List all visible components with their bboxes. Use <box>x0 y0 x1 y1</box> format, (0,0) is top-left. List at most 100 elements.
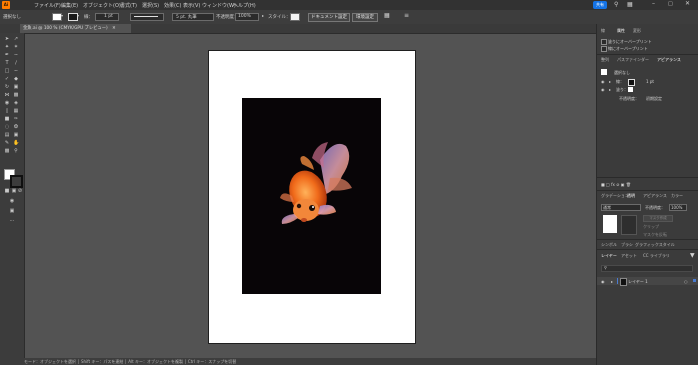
make-mask-button[interactable]: マスク作成 <box>643 215 673 222</box>
selection-tool-icon[interactable]: ➤ <box>4 37 10 42</box>
stroke-dropdown-icon[interactable]: ▾ <box>77 13 79 18</box>
tab-pathfinder[interactable]: パスファインダー <box>617 57 649 63</box>
goldfish-photo[interactable] <box>242 98 381 294</box>
line-tool-icon[interactable]: ∕ <box>13 61 19 66</box>
fill-expand-icon[interactable]: ▸ <box>609 87 611 92</box>
appearance-footer-icons[interactable]: ■ □ fx ⊘ ▣ 🗑 <box>601 182 631 187</box>
paintbrush-tool-icon[interactable]: ∼ <box>13 69 19 74</box>
panel-menu-icon[interactable]: ≡ <box>404 12 409 19</box>
tab-align[interactable]: 整列 <box>601 57 609 63</box>
tab-graphic-styles[interactable]: グラフィックスタイル <box>635 242 675 248</box>
mesh-tool-icon[interactable]: ▦ <box>13 109 19 114</box>
tab-appearance[interactable]: アピアランス <box>657 57 681 63</box>
document-tab[interactable]: 金魚.ai @ 100 % (CMYK/GPU プレビュー) ✕ <box>20 24 131 33</box>
menu-view[interactable]: 表示(V) <box>183 2 200 9</box>
menu-help[interactable]: ヘルプ(H) <box>233 2 256 9</box>
menu-object[interactable]: オブジェクト(O) <box>83 2 121 9</box>
invert-mask-option[interactable]: マスクを反転 <box>643 232 667 238</box>
preferences-button[interactable]: 環境設定 <box>352 13 378 22</box>
tab-layers[interactable]: レイヤー <box>601 253 617 259</box>
tab-gradient[interactable]: グラデーション <box>601 193 629 199</box>
layer-expand-icon[interactable]: ▸ <box>611 279 613 284</box>
graph-tool-icon[interactable]: ▤ <box>4 133 10 138</box>
live-paint-tool-icon[interactable]: ◈ <box>13 101 19 106</box>
stroke-visibility-icon[interactable]: ◉ <box>601 79 605 84</box>
stroke-weight-field[interactable]: 1 pt <box>95 13 119 21</box>
menu-type[interactable]: 書式(T) <box>120 2 137 9</box>
clip-option[interactable]: クリップ <box>643 224 659 230</box>
type-tool-icon[interactable]: T <box>4 61 10 66</box>
lasso-tool-icon[interactable]: ✶ <box>13 45 19 50</box>
tab-symbols[interactable]: シンボル <box>601 242 617 248</box>
tab-brushes[interactable]: ブラシ <box>621 242 633 248</box>
stroke-expand-icon[interactable]: ▸ <box>609 79 611 84</box>
menu-window[interactable]: ウィンドウ(W) <box>202 2 236 9</box>
tab-cc-libraries[interactable]: CC ライブラリ <box>643 253 670 259</box>
hand-tool-icon[interactable]: ✋ <box>13 141 19 146</box>
filter-icon[interactable]: ▼ <box>690 252 695 259</box>
overprint-stroke-checkbox[interactable] <box>601 46 607 52</box>
rotate-tool-icon[interactable]: ↻ <box>4 85 10 90</box>
curvature-tool-icon[interactable]: ∽ <box>13 53 19 58</box>
drawing-mode-icon[interactable]: ◉ <box>9 199 15 204</box>
opacity-dropdown-icon[interactable]: ▸ <box>262 13 264 18</box>
tab-transform[interactable]: 変形 <box>633 28 641 34</box>
app-icon[interactable]: Ai <box>2 1 10 9</box>
shaper-tool-icon[interactable]: ✓ <box>4 77 10 82</box>
scale-tool-icon[interactable]: ▣ <box>13 85 19 90</box>
color-mode-icon[interactable]: ■ <box>4 189 10 194</box>
blend-tool-icon[interactable]: ◌ <box>4 125 10 130</box>
layer-visibility-icon[interactable]: ◉ <box>601 279 605 284</box>
fill-visibility-icon[interactable]: ◉ <box>601 87 605 92</box>
overprint-fill-checkbox[interactable] <box>601 39 607 45</box>
tab-assets[interactable]: アセット <box>621 253 637 259</box>
perspective-grid-tool-icon[interactable]: ▯ <box>4 109 10 114</box>
close-icon[interactable]: ✕ <box>685 0 690 7</box>
appearance-stroke-swatch[interactable] <box>628 79 635 86</box>
artboard-tool-icon[interactable]: ▣ <box>13 133 19 138</box>
blend-mode-select[interactable]: 通常 <box>601 204 641 211</box>
shape-builder-tool-icon[interactable]: ◉ <box>4 101 10 106</box>
slice-tool-icon[interactable]: ✎ <box>4 141 10 146</box>
layer-target-icon[interactable]: ○ <box>684 279 688 284</box>
search-icon[interactable]: ⚲ <box>614 1 618 8</box>
variable-width-profile[interactable] <box>130 13 164 21</box>
eraser-tool-icon[interactable]: ◆ <box>13 77 19 82</box>
fill-dropdown-icon[interactable]: ▾ <box>61 13 63 18</box>
pen-tool-icon[interactable]: ✒ <box>4 53 10 58</box>
menu-select[interactable]: 選択(S) <box>142 2 159 9</box>
symbol-sprayer-tool-icon[interactable]: ❂ <box>13 125 19 130</box>
close-tab-icon[interactable]: ✕ <box>112 26 116 31</box>
menu-edit[interactable]: 編集(E) <box>61 2 78 9</box>
layers-search-input[interactable]: ⚲ <box>601 265 693 272</box>
minimize-icon[interactable]: – <box>652 0 655 7</box>
workspace-icon[interactable]: ▦ <box>627 1 633 8</box>
opacity-field[interactable]: 100% <box>235 13 259 21</box>
maximize-icon[interactable]: □ <box>668 1 673 7</box>
brush-definition[interactable]: 5 pt. 丸筆 <box>172 13 214 21</box>
layer-name[interactable]: レイヤー 1 <box>628 279 648 285</box>
edit-toolbar-icon[interactable]: ⋯ <box>9 219 15 224</box>
width-tool-icon[interactable]: ⋈ <box>4 93 10 98</box>
appearance-stroke-value[interactable]: 1 pt <box>646 79 654 84</box>
tab-appearance-2[interactable]: アピアランス <box>643 193 667 199</box>
transparency-opacity-field[interactable]: 100% <box>669 204 687 211</box>
layer-row[interactable]: ◉ ▸ レイヤー 1 ○ <box>597 277 698 286</box>
zoom-tool-icon[interactable]: ⚲ <box>13 149 19 154</box>
tab-attributes[interactable]: 属性 <box>617 28 625 34</box>
tab-stroke[interactable]: 線 <box>601 28 605 34</box>
screen-mode-icon[interactable]: ▩ <box>4 149 10 154</box>
magic-wand-tool-icon[interactable]: ✦ <box>4 45 10 50</box>
stroke-color-swatch[interactable] <box>10 175 23 188</box>
change-screen-mode-icon[interactable]: ▣ <box>9 209 15 214</box>
style-swatch[interactable] <box>290 13 300 21</box>
arrange-documents-icon[interactable]: ▦ <box>384 12 390 19</box>
eyedropper-tool-icon[interactable]: ✑ <box>13 117 19 122</box>
tab-transparency[interactable]: 透明 <box>627 193 635 199</box>
menu-effect[interactable]: 効果(C) <box>164 2 181 9</box>
tab-color[interactable]: カラー <box>671 193 683 199</box>
document-setup-button[interactable]: ドキュメント設定 <box>308 13 350 22</box>
appearance-opacity-value[interactable]: 初期設定 <box>646 96 662 102</box>
free-transform-tool-icon[interactable]: ▩ <box>13 93 19 98</box>
menu-file[interactable]: ファイル(F) <box>34 2 61 9</box>
